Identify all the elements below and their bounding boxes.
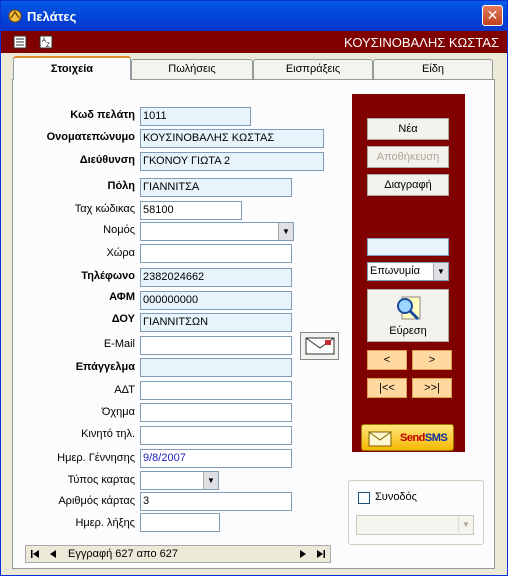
record-position: Εγγραφή 627 απο 627 — [68, 548, 178, 560]
search-field-select[interactable]: Επωνυμία ▼ — [367, 262, 449, 281]
tax-office-field[interactable]: ΓΙΑΝΝΙΤΣΩΝ — [140, 313, 292, 332]
birth-date-label: Ημερ. Γέννησης — [57, 452, 135, 464]
sort-az-icon[interactable]: A Z — [39, 35, 53, 49]
full-name-field[interactable]: ΚΟΥΣΙΝΟΒΑΛΗΣ ΚΩΣΤΑΣ — [140, 129, 324, 148]
title-bar: Πελάτες ✕ — [1, 1, 507, 31]
address-label: Διεύθυνση — [79, 154, 135, 166]
vat-label: ΑΦΜ — [109, 291, 135, 303]
prev-icon — [50, 550, 56, 558]
phone-field[interactable]: 2382024662 — [140, 268, 292, 287]
customer-code-field[interactable]: 1011 — [140, 107, 251, 126]
companion-group — [348, 480, 484, 545]
tab-sales[interactable]: Πωλήσεις — [131, 59, 253, 79]
customer-header-bar: A Z ΚΟΥΣΙΝΟΒΑΛΗΣ ΚΩΣΤΑΣ — [1, 31, 507, 53]
search-input[interactable] — [367, 238, 449, 256]
customer-code-label: Κωδ πελάτη — [70, 109, 135, 121]
expiry-date-label: Ημερ. λήξης — [75, 517, 135, 529]
postal-code-label: Ταχ κώδικας — [74, 203, 135, 215]
card-number-label: Αριθμός κάρτας — [58, 495, 135, 507]
last-record-button[interactable]: >>| — [412, 378, 452, 398]
vehicle-label: Όχημα — [101, 406, 135, 418]
prefecture-label: Νομός — [103, 224, 135, 236]
chevron-down-icon[interactable]: ▼ — [203, 472, 218, 489]
vat-field[interactable]: 000000000 — [140, 291, 292, 310]
profession-field[interactable] — [140, 358, 292, 377]
id-number-field[interactable] — [140, 381, 292, 400]
prefecture-select[interactable]: ▼ — [140, 222, 294, 241]
app-icon — [8, 9, 22, 23]
first-record-button[interactable]: |<< — [367, 378, 407, 398]
record-navigator: Εγγραφή 627 απο 627 — [25, 545, 331, 563]
last-icon — [317, 550, 325, 558]
companion-label: Συνοδός — [375, 491, 417, 503]
tab-items[interactable]: Είδη — [373, 59, 493, 79]
tab-receipts[interactable]: Εισπράξεις — [253, 59, 373, 79]
envelope-icon — [305, 337, 335, 355]
send-sms-button[interactable]: SendSMS — [361, 424, 454, 451]
mobile-field[interactable] — [140, 426, 292, 445]
customer-name-header: ΚΟΥΣΙΝΟΒΑΛΗΣ ΚΩΣΤΑΣ — [344, 35, 499, 50]
envelope-icon — [368, 431, 392, 447]
profession-label: Επάγγελμα — [75, 361, 135, 373]
customers-window: Πελάτες ✕ A Z ΚΟΥΣΙΝΟΒΑΛΗΣ ΚΩΣΤΑΣ Στοιχε… — [0, 0, 508, 576]
email-label: E-Mail — [103, 338, 135, 350]
expiry-date-field[interactable] — [140, 513, 220, 532]
next-record-button[interactable]: > — [412, 350, 452, 370]
tab-details[interactable]: Στοιχεία — [13, 56, 131, 80]
country-label: Χώρα — [106, 247, 135, 259]
prev-record-button[interactable]: < — [367, 350, 407, 370]
address-field[interactable]: ΓΚΟΝΟΥ ΓΙΩΤΑ 2 — [140, 152, 324, 171]
phone-label: Τηλέφωνο — [81, 270, 135, 282]
sms-label: SMS — [424, 432, 448, 444]
tax-office-label: ΔΟΥ — [111, 313, 135, 325]
next-icon — [300, 550, 306, 558]
magnifier-icon — [397, 296, 421, 321]
next-record-nav-button[interactable] — [296, 547, 310, 561]
birth-date-field[interactable]: 9/8/2007 — [140, 449, 292, 468]
find-button-label: Εύρεση — [389, 325, 427, 337]
card-type-label: Τύπος καρτας — [67, 474, 135, 486]
new-button[interactable]: Νέα — [367, 118, 449, 140]
full-name-label: Ονοματεπώνυμο — [46, 131, 135, 143]
city-label: Πόλη — [107, 180, 136, 192]
vehicle-field[interactable] — [140, 403, 292, 422]
list-icon[interactable] — [13, 35, 27, 49]
id-number-label: ΑΔΤ — [114, 384, 135, 396]
sms-send-label: Send — [400, 432, 425, 444]
close-button[interactable]: ✕ — [482, 5, 503, 26]
search-field-value: Επωνυμία — [370, 265, 421, 277]
save-button[interactable]: Αποθήκευση — [367, 146, 449, 168]
email-field[interactable] — [140, 336, 292, 355]
mobile-label: Κινητό τηλ. — [81, 428, 135, 440]
delete-button[interactable]: Διαγραφή — [367, 174, 449, 196]
card-type-select[interactable]: ▼ — [140, 471, 219, 490]
companion-checkbox[interactable] — [358, 492, 370, 504]
svg-text:Z: Z — [46, 43, 50, 49]
chevron-down-icon[interactable]: ▼ — [278, 223, 293, 240]
chevron-down-icon[interactable]: ▼ — [458, 516, 473, 533]
chevron-down-icon[interactable]: ▼ — [433, 263, 448, 280]
last-record-nav-button[interactable] — [314, 547, 328, 561]
window-title: Πελάτες — [27, 9, 77, 24]
companion-select[interactable]: ▼ — [356, 515, 474, 535]
find-button[interactable]: Εύρεση — [367, 289, 449, 342]
city-field[interactable]: ΓΙΑΝΝΙΤΣΑ — [140, 178, 292, 197]
card-number-field[interactable]: 3 — [140, 492, 292, 511]
prev-record-nav-button[interactable] — [46, 547, 60, 561]
postal-code-field[interactable]: 58100 — [140, 201, 242, 220]
country-field[interactable] — [140, 244, 292, 263]
first-icon — [31, 550, 39, 558]
send-email-button[interactable] — [300, 332, 339, 360]
first-record-nav-button[interactable] — [28, 547, 42, 561]
